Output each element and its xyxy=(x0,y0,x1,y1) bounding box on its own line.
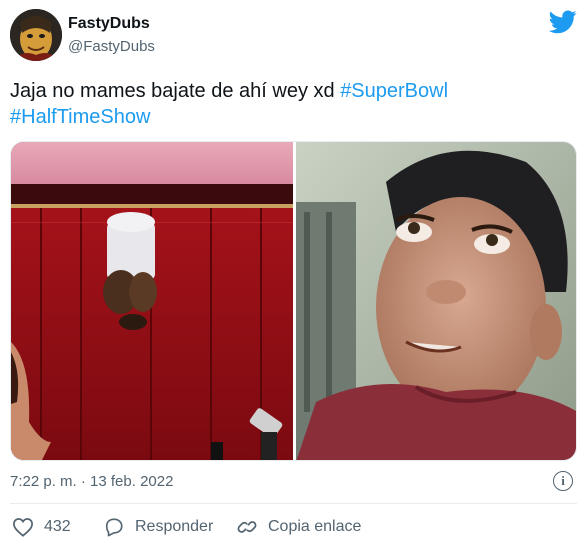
tweet-timestamp[interactable]: 7:22 p. m. · 13 feb. 2022 xyxy=(10,473,173,490)
media-photo-stage[interactable] xyxy=(11,142,293,460)
like-button[interactable]: 432 xyxy=(12,514,71,540)
reply-label: Responder xyxy=(135,518,214,535)
tweet-text: Jaja no mames bajate de ahí wey xd #Supe… xyxy=(10,78,570,130)
hashtag-link[interactable]: #HalfTimeShow xyxy=(10,106,150,128)
info-icon[interactable]: i xyxy=(553,471,573,491)
author-name[interactable]: FastyDubs xyxy=(68,15,150,33)
media-grid xyxy=(10,141,577,461)
divider xyxy=(10,503,577,504)
hashtag-link[interactable]: #SuperBowl xyxy=(340,80,448,102)
tweet-text-body: Jaja no mames bajate de ahí wey xd xyxy=(10,80,341,102)
media-photo-boy[interactable] xyxy=(296,142,576,460)
tweet-card: FastyDubs @FastyDubs Jaja no mames bajat… xyxy=(0,0,588,547)
heart-icon xyxy=(13,518,33,537)
like-count: 432 xyxy=(44,518,71,535)
copy-link-label: Copia enlace xyxy=(268,518,362,535)
copy-link-button[interactable]: Copia enlace xyxy=(236,514,361,540)
link-icon xyxy=(237,521,257,533)
author-handle[interactable]: @FastyDubs xyxy=(68,38,155,55)
twitter-bird-icon[interactable] xyxy=(548,10,577,34)
reply-icon xyxy=(105,518,123,537)
reply-button[interactable]: Responder xyxy=(103,514,213,540)
avatar[interactable] xyxy=(10,9,62,61)
